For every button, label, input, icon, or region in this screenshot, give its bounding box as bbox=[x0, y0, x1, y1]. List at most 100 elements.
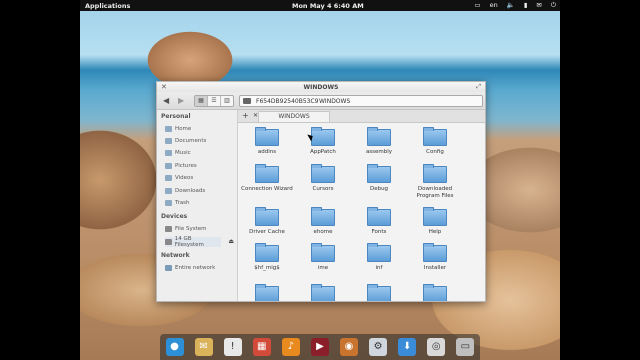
folder-icon bbox=[423, 164, 447, 183]
top-panel: Applications Mon May 4 6:40 AM ▭ en 🔈 ▮ … bbox=[80, 0, 560, 11]
file-label: ehome bbox=[313, 229, 333, 235]
video-icon[interactable]: ▶ bbox=[310, 338, 329, 356]
file-label: Driver Cache bbox=[249, 229, 285, 235]
file-label: Cursors bbox=[312, 186, 334, 192]
folder-icon bbox=[255, 127, 279, 146]
language-indicator[interactable]: en bbox=[490, 1, 498, 10]
sidebar-item-pictures[interactable]: Pictures bbox=[165, 161, 197, 171]
music-icon[interactable]: ♪ bbox=[281, 338, 300, 356]
folder-icon bbox=[311, 127, 335, 146]
folder-icon bbox=[311, 164, 335, 183]
file-label: assembly bbox=[365, 149, 393, 155]
file-item[interactable]: Downloaded Program Files bbox=[407, 164, 463, 200]
file-label: Debug bbox=[369, 186, 389, 192]
new-tab-icon[interactable]: + bbox=[242, 111, 249, 120]
file-grid: addins AppPatch assembly Config Connection W… bbox=[238, 123, 485, 301]
folder-icon bbox=[423, 284, 447, 301]
sidebar-item-music[interactable]: Music bbox=[165, 148, 191, 158]
forward-icon[interactable]: ▶ bbox=[178, 96, 184, 105]
file-item[interactable]: inf bbox=[351, 243, 407, 272]
file-label: Help bbox=[428, 229, 442, 235]
maximize-icon[interactable]: ⤢ bbox=[476, 83, 481, 91]
file-item[interactable]: Cursors bbox=[295, 164, 351, 193]
disc-icon[interactable]: ◎ bbox=[427, 338, 446, 356]
files-icon[interactable]: ▭ bbox=[456, 338, 475, 356]
sidebar-item-videos[interactable]: Videos bbox=[165, 173, 193, 183]
folder-icon bbox=[255, 243, 279, 262]
chat-icon[interactable]: ! bbox=[223, 338, 242, 356]
file-item[interactable] bbox=[407, 284, 463, 301]
file-item[interactable]: Driver Cache bbox=[239, 207, 295, 236]
battery-icon[interactable]: ▮ bbox=[524, 1, 528, 10]
file-item[interactable]: Connection Wizard bbox=[239, 164, 295, 193]
tab-windows[interactable]: WINDOWS bbox=[258, 111, 330, 122]
file-item[interactable]: Installer bbox=[407, 243, 463, 272]
file-item[interactable]: Config bbox=[407, 127, 463, 156]
browser-icon[interactable]: ● bbox=[165, 338, 184, 356]
harddisk-icon bbox=[165, 239, 172, 245]
file-item[interactable]: Help bbox=[407, 207, 463, 236]
music-icon bbox=[165, 150, 172, 156]
column-view-icon[interactable]: ▥ bbox=[221, 96, 233, 106]
sidebar: Personal Home Documents Music Pictures V… bbox=[157, 110, 238, 301]
folder-icon bbox=[423, 127, 447, 146]
title-bar[interactable]: ✕ WINDOWS ⤢ bbox=[157, 82, 485, 92]
eject-icon[interactable]: ⏏ bbox=[228, 238, 234, 245]
breadcrumb-folder[interactable]: WINDOWS bbox=[319, 98, 350, 105]
file-item[interactable] bbox=[295, 284, 351, 301]
window-icon[interactable]: ▭ bbox=[474, 1, 480, 10]
file-item[interactable]: ehome bbox=[295, 207, 351, 236]
downloads-icon[interactable]: ⬇ bbox=[398, 338, 417, 356]
breadcrumb-separator: › bbox=[310, 97, 313, 105]
sidebar-item-downloads[interactable]: Downloads bbox=[165, 186, 205, 196]
window-title: WINDOWS bbox=[303, 84, 339, 91]
file-item[interactable]: Fonts bbox=[351, 207, 407, 236]
sidebar-section-personal: Personal bbox=[161, 113, 191, 120]
system-tray: ▭ en 🔈 ▮ ✉ ⏻ bbox=[474, 1, 556, 10]
location-bar[interactable]: F654DB92540B53C9 › WINDOWS bbox=[239, 95, 483, 107]
folder-icon bbox=[255, 164, 279, 183]
file-item[interactable]: ime bbox=[295, 243, 351, 272]
documents-icon bbox=[165, 138, 172, 144]
folder-icon bbox=[311, 207, 335, 226]
file-label: ime bbox=[317, 265, 329, 271]
volume-icon[interactable]: 🔈 bbox=[507, 1, 515, 10]
sidebar-item-14gb-filesystem[interactable]: 14 GB Filesystem bbox=[165, 236, 221, 248]
file-label: AppPatch bbox=[310, 149, 336, 155]
power-icon[interactable]: ⏻ bbox=[551, 1, 556, 10]
file-item[interactable]: assembly bbox=[351, 127, 407, 156]
sidebar-item-entire-network[interactable]: Entire network bbox=[165, 263, 215, 273]
folder-icon bbox=[367, 243, 391, 262]
file-item[interactable]: Debug bbox=[351, 164, 407, 193]
file-item[interactable]: AppPatch bbox=[295, 127, 351, 156]
grid-view-icon[interactable]: ▦ bbox=[195, 96, 208, 106]
calendar-icon[interactable]: ▦ bbox=[252, 338, 271, 356]
file-label: Config bbox=[426, 149, 444, 155]
trash-icon bbox=[165, 200, 172, 206]
clock[interactable]: Mon May 4 6:40 AM bbox=[292, 2, 364, 10]
file-item[interactable] bbox=[239, 284, 295, 301]
back-icon[interactable]: ◀ bbox=[163, 96, 169, 105]
mail-icon[interactable]: ✉ bbox=[194, 338, 213, 356]
sidebar-section-devices: Devices bbox=[161, 213, 188, 220]
photos-icon[interactable]: ◉ bbox=[340, 338, 358, 356]
sidebar-item-home[interactable]: Home bbox=[165, 124, 191, 134]
applications-menu[interactable]: Applications bbox=[85, 2, 130, 10]
sidebar-item-file-system[interactable]: File System bbox=[165, 224, 206, 234]
mail-icon[interactable]: ✉ bbox=[536, 1, 541, 10]
file-label: Fonts bbox=[371, 229, 387, 235]
file-label: Installer bbox=[423, 265, 447, 271]
sidebar-item-trash[interactable]: Trash bbox=[165, 198, 190, 208]
file-item[interactable]: $hf_mig$ bbox=[239, 243, 295, 272]
list-view-icon[interactable]: ☰ bbox=[208, 96, 221, 106]
downloads-icon bbox=[165, 188, 172, 194]
file-item[interactable] bbox=[351, 284, 407, 301]
file-item[interactable]: addins bbox=[239, 127, 295, 156]
file-label: $hf_mig$ bbox=[254, 265, 280, 271]
sidebar-section-network: Network bbox=[161, 252, 190, 259]
settings-icon[interactable]: ⚙ bbox=[369, 338, 388, 356]
file-label: inf bbox=[375, 265, 383, 271]
sidebar-item-documents[interactable]: Documents bbox=[165, 136, 206, 146]
folder-icon bbox=[367, 127, 391, 146]
folder-icon bbox=[311, 284, 335, 301]
